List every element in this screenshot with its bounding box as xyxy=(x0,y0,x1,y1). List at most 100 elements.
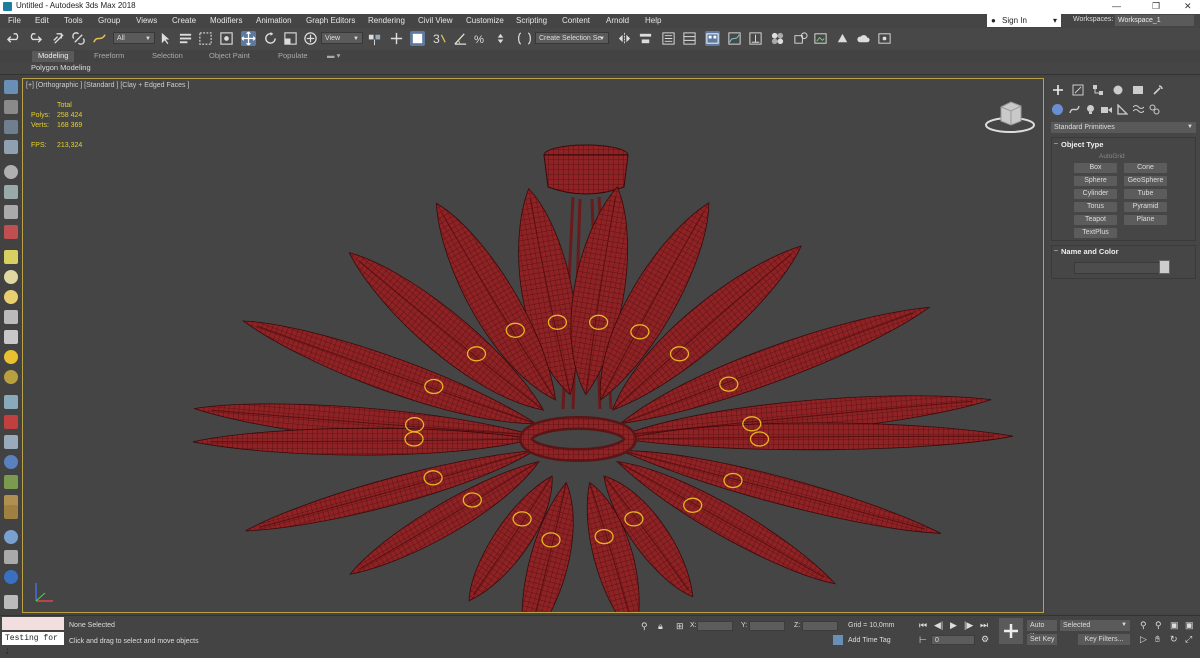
polygon-modeling-label[interactable]: Polygon Modeling xyxy=(31,63,91,72)
dynamics-icon[interactable] xyxy=(4,415,18,429)
cone-icon[interactable] xyxy=(4,330,18,344)
globe-icon[interactable] xyxy=(4,455,18,469)
isolate-selection-icon[interactable]: ⚲ xyxy=(641,621,648,632)
tab-populate[interactable]: Populate xyxy=(278,51,308,60)
select-and-scale-icon[interactable] xyxy=(283,31,298,46)
reference-coordinate-dropdown[interactable]: View ▼ xyxy=(321,32,363,44)
lights-icon[interactable] xyxy=(1085,104,1096,115)
tab-selection[interactable]: Selection xyxy=(152,51,183,60)
grid-icon[interactable] xyxy=(4,140,18,154)
menu-scripting[interactable]: Scripting xyxy=(516,16,547,25)
object-name-input[interactable] xyxy=(1074,262,1160,274)
menu-tools[interactable]: Tools xyxy=(64,16,83,25)
tab-modeling[interactable]: Modeling xyxy=(32,51,75,62)
curve-editor-icon[interactable] xyxy=(727,31,742,46)
geosphere-icon[interactable] xyxy=(4,370,18,384)
maxscript-mini-listener[interactable]: Testing for ; xyxy=(2,632,64,656)
camera-icon[interactable] xyxy=(4,185,18,199)
select-and-move-icon[interactable] xyxy=(241,31,256,46)
play-icon[interactable]: ▶ xyxy=(950,620,957,631)
named-selection-dropdown[interactable]: Create Selection Se ▼ xyxy=(535,32,609,44)
render-sphere-icon[interactable] xyxy=(4,530,18,544)
teapot-button[interactable]: Teapot xyxy=(1074,215,1117,225)
utilities-tab-icon[interactable] xyxy=(1152,84,1164,96)
link-icon[interactable] xyxy=(51,31,66,46)
rectangular-selection-icon[interactable] xyxy=(198,31,213,46)
spinner-snap-icon[interactable] xyxy=(493,31,508,46)
spacewarp-icon[interactable] xyxy=(4,225,18,239)
scene-explorer-icon[interactable] xyxy=(661,31,676,46)
go-to-start-icon[interactable]: ⏮ xyxy=(919,620,927,631)
field-of-view-icon[interactable]: ▷ xyxy=(1140,634,1147,645)
go-to-end-icon[interactable]: ⏭ xyxy=(980,620,988,631)
menu-content[interactable]: Content xyxy=(562,16,590,25)
mirror-icon[interactable] xyxy=(617,31,632,46)
menu-graph-editors[interactable]: Graph Editors xyxy=(306,16,355,25)
next-frame-icon[interactable]: |▶ xyxy=(964,620,973,631)
select-manipulate-icon[interactable] xyxy=(389,31,404,46)
key-mode-icon[interactable]: ⊢ xyxy=(919,635,927,646)
tube-button[interactable]: Tube xyxy=(1124,189,1167,199)
chandelier-model[interactable] xyxy=(23,79,1043,612)
cylinder-button[interactable]: Cylinder xyxy=(1074,189,1117,199)
options-icon[interactable] xyxy=(4,595,18,609)
workspace-dropdown[interactable]: Workspace_1 xyxy=(1115,15,1194,26)
geometry-icon[interactable] xyxy=(1052,104,1063,115)
geosphere-button[interactable]: GeoSphere xyxy=(1124,176,1167,186)
hierarchy-tab-icon[interactable] xyxy=(1092,84,1104,96)
sign-in-dropdown[interactable]: ● Sign In ▾ xyxy=(987,14,1061,27)
pyramid-button[interactable]: Pyramid xyxy=(1124,202,1167,212)
select-and-rotate-icon[interactable] xyxy=(263,31,278,46)
ribbon-options-icon[interactable]: ▬ ▾ xyxy=(327,51,340,60)
pivot-center-icon[interactable] xyxy=(367,31,382,46)
space-warps-icon[interactable] xyxy=(1132,104,1145,115)
select-and-place-icon[interactable] xyxy=(303,31,318,46)
rendered-frame-window-icon[interactable] xyxy=(813,31,828,46)
window-crossing-icon[interactable] xyxy=(219,31,234,46)
cone-button[interactable]: Cone xyxy=(1124,163,1167,173)
menu-modifiers[interactable]: Modifiers xyxy=(210,16,242,25)
object-list-icon[interactable] xyxy=(4,100,18,114)
set-key-button[interactable]: Set Key xyxy=(1027,634,1057,645)
sun-icon[interactable] xyxy=(4,350,18,364)
menu-group[interactable]: Group xyxy=(98,16,120,25)
primitive-category-dropdown[interactable]: Standard Primitives ▼ xyxy=(1051,122,1196,133)
script-icon[interactable] xyxy=(4,550,18,564)
menu-create[interactable]: Create xyxy=(172,16,196,25)
menu-help[interactable]: Help xyxy=(645,16,661,25)
unlink-icon[interactable] xyxy=(71,31,86,46)
object-type-title[interactable]: Object Type xyxy=(1061,140,1103,149)
viewport-layout-icon[interactable] xyxy=(4,80,18,94)
helper-icon[interactable] xyxy=(4,205,18,219)
scatter-icon[interactable] xyxy=(4,505,18,519)
render-in-cloud-icon[interactable] xyxy=(856,31,871,46)
pan-icon[interactable]: ✋︎ xyxy=(1155,634,1160,645)
bind-space-warp-icon[interactable] xyxy=(92,31,107,46)
cameras-icon[interactable] xyxy=(1101,104,1112,115)
redo-icon[interactable] xyxy=(27,31,43,46)
schematic-view-icon[interactable] xyxy=(748,31,763,46)
tube-icon[interactable] xyxy=(4,310,18,324)
helpers-icon[interactable] xyxy=(1117,103,1129,115)
render-setup-icon[interactable] xyxy=(793,31,808,46)
foliage-icon[interactable] xyxy=(4,475,18,489)
snaps-toggle-icon[interactable]: 3 xyxy=(432,31,447,46)
material-editor-icon[interactable] xyxy=(770,31,785,46)
settings-icon[interactable] xyxy=(4,570,18,584)
plane-button[interactable]: Plane xyxy=(1124,215,1167,225)
light-icon[interactable] xyxy=(4,165,18,179)
layer-explorer-icon[interactable] xyxy=(682,31,697,46)
align-icon[interactable] xyxy=(638,31,653,46)
textplus-button[interactable]: TextPlus xyxy=(1074,228,1117,238)
modify-tab-icon[interactable] xyxy=(1072,84,1084,96)
autogrid-checkbox[interactable]: AutoGrid xyxy=(1099,153,1125,160)
box-button[interactable]: Box xyxy=(1074,163,1117,173)
explorer-icon[interactable] xyxy=(4,120,18,134)
selection-filter-dropdown[interactable]: All ▼ xyxy=(113,32,155,44)
tab-freeform[interactable]: Freeform xyxy=(94,51,124,60)
minimize-button[interactable]: — xyxy=(1112,1,1121,11)
tab-object-paint[interactable]: Object Paint xyxy=(209,51,250,60)
display-tab-icon[interactable] xyxy=(1132,84,1144,96)
name-and-color-title[interactable]: Name and Color xyxy=(1061,247,1119,256)
percent-snap-icon[interactable]: % xyxy=(473,31,488,46)
